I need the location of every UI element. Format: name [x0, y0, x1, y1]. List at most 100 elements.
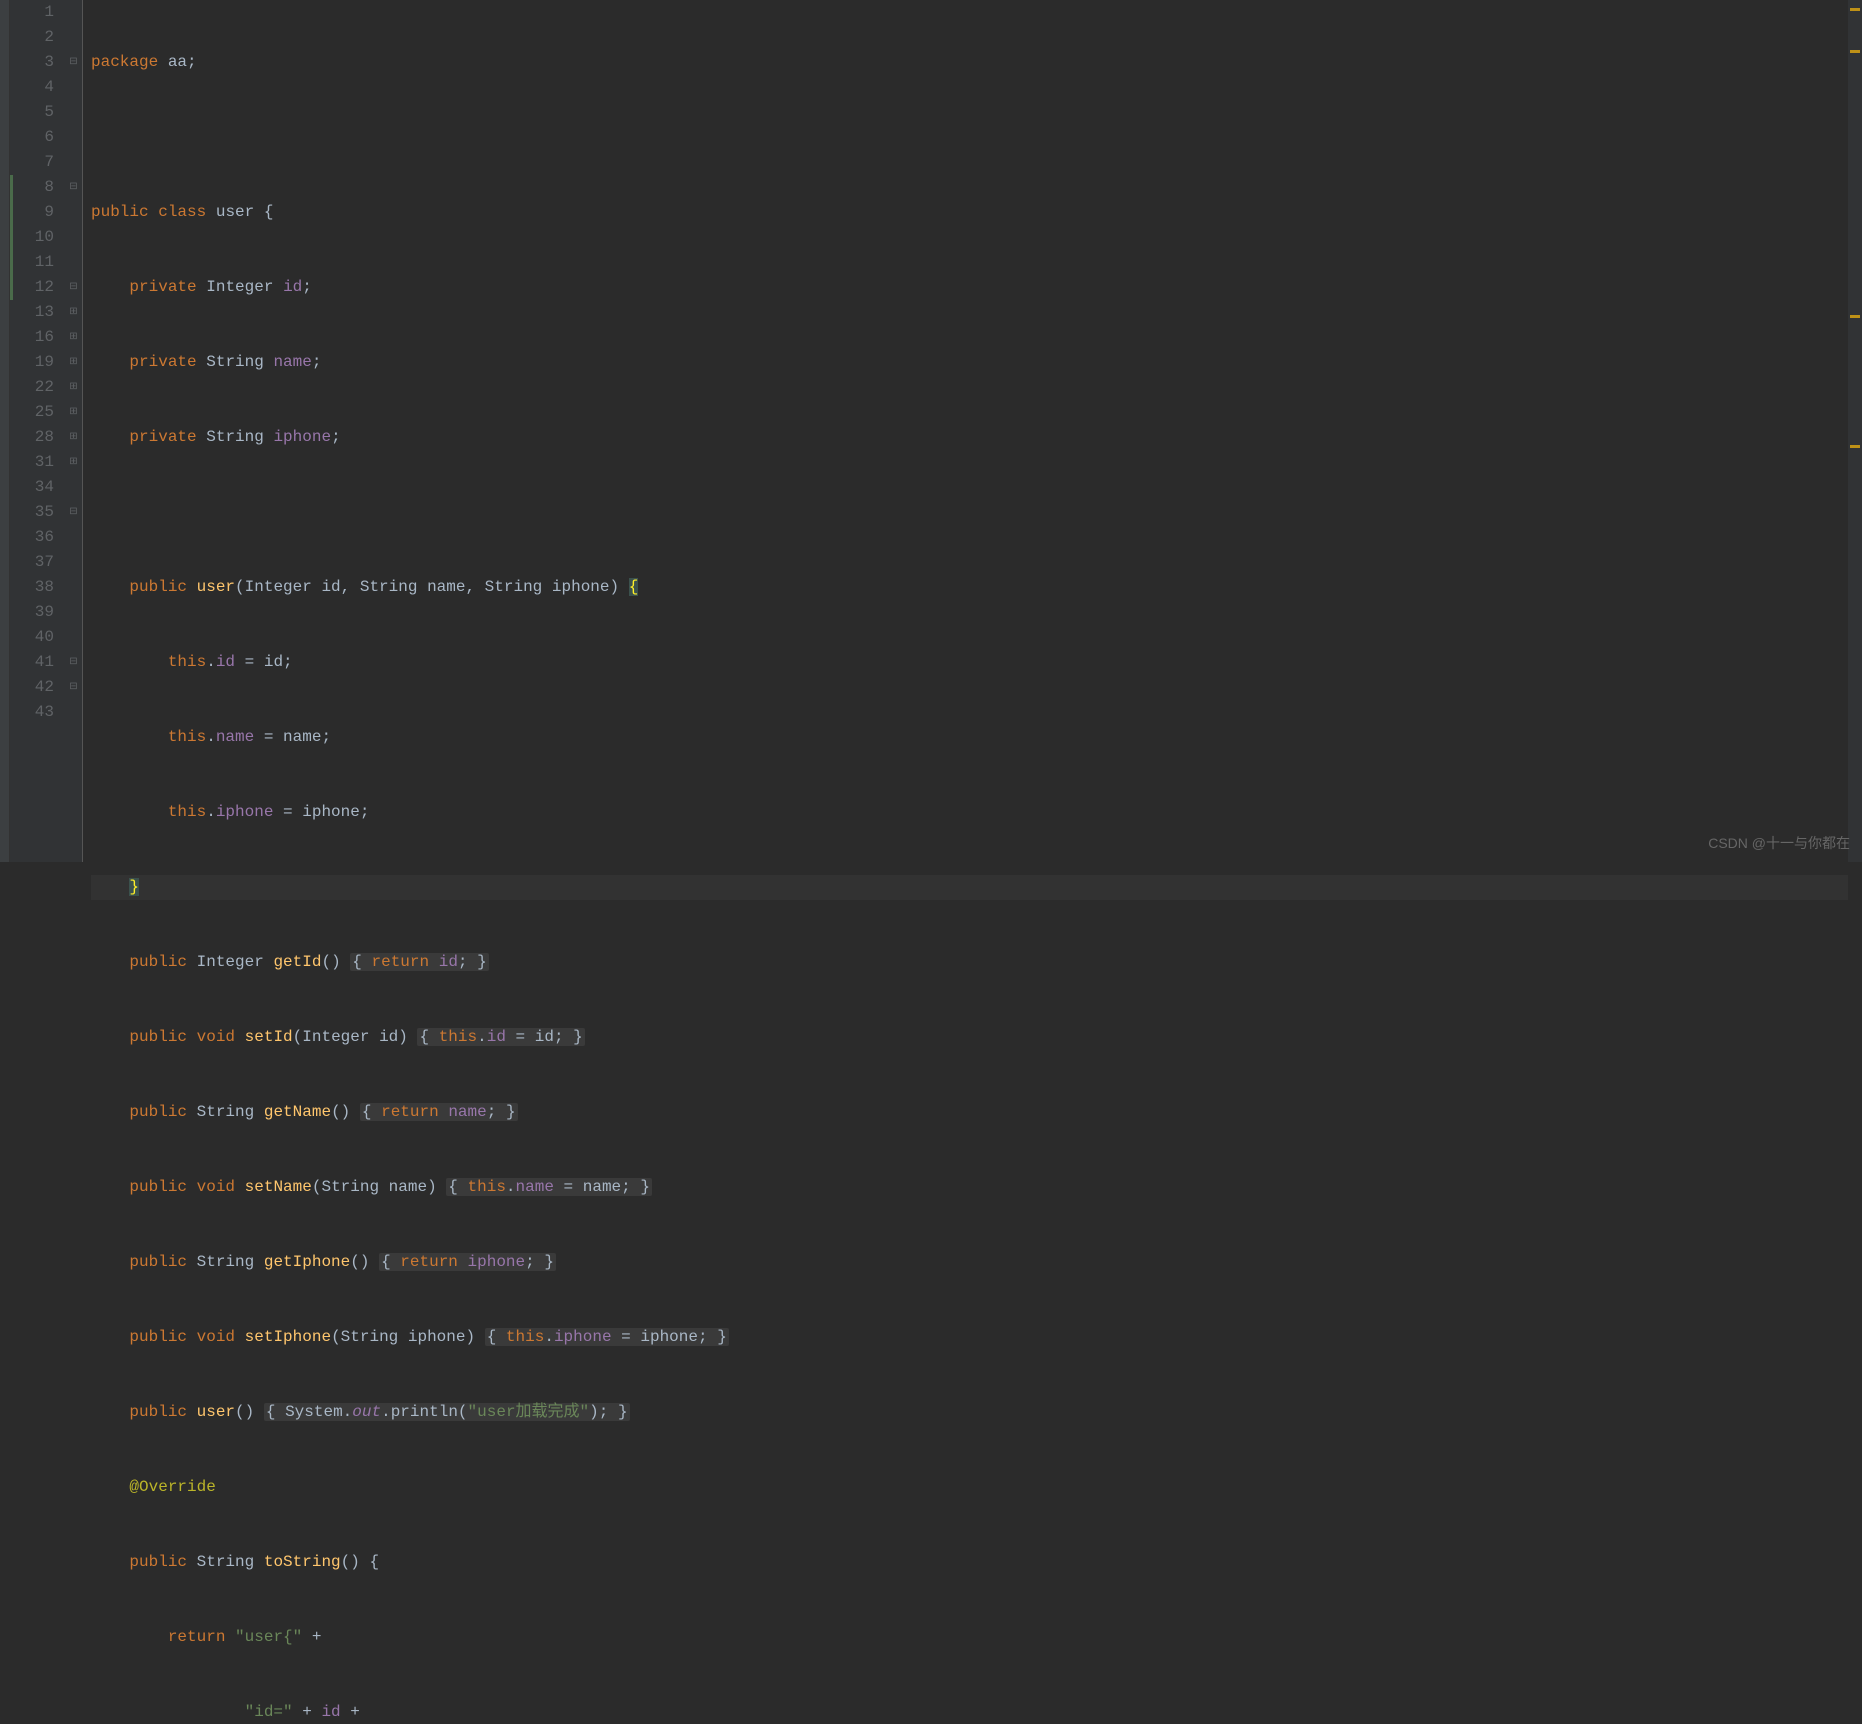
parens: (): [350, 1253, 369, 1271]
method-name: toString: [264, 1553, 341, 1571]
warning-marker[interactable]: [1850, 8, 1860, 11]
line-number[interactable]: 28: [10, 425, 54, 450]
warning-marker[interactable]: [1850, 445, 1860, 448]
code-line[interactable]: "id=" + id +: [91, 1700, 1848, 1724]
line-number[interactable]: 9: [10, 200, 54, 225]
code-line[interactable]: public void setIphone(String iphone) { t…: [91, 1325, 1848, 1350]
fold-collapse-icon[interactable]: ⊟: [68, 682, 79, 693]
folded-block[interactable]: { this.id = id; }: [417, 1028, 584, 1046]
line-number[interactable]: 37: [10, 550, 54, 575]
line-number[interactable]: 3: [10, 50, 54, 75]
parens: (): [331, 1103, 350, 1121]
string-literal: "id=": [245, 1703, 293, 1721]
keyword-public: public: [129, 1553, 187, 1571]
code-line[interactable]: public Integer getId() { return id; }: [91, 950, 1848, 975]
fold-icon[interactable]: ⊞: [68, 407, 79, 418]
line-number[interactable]: 2: [10, 25, 54, 50]
open-brace-highlighted: {: [629, 578, 639, 596]
dot: .: [206, 653, 216, 671]
line-number[interactable]: 7: [10, 150, 54, 175]
code-line[interactable]: public String toString() {: [91, 1550, 1848, 1575]
line-number[interactable]: 19: [10, 350, 54, 375]
fold-icon[interactable]: ⊞: [68, 382, 79, 393]
line-number[interactable]: 1: [10, 0, 54, 25]
line-number[interactable]: 31: [10, 450, 54, 475]
code-line[interactable]: return "user{" +: [91, 1625, 1848, 1650]
line-number[interactable]: 34: [10, 475, 54, 500]
line-number[interactable]: 39: [10, 600, 54, 625]
line-number[interactable]: 41: [10, 650, 54, 675]
code-line[interactable]: @Override: [91, 1475, 1848, 1500]
line-number[interactable]: 11: [10, 250, 54, 275]
error-stripe[interactable]: [1848, 0, 1862, 862]
line-number[interactable]: 22: [10, 375, 54, 400]
warning-marker[interactable]: [1850, 315, 1860, 318]
warning-marker[interactable]: [1850, 50, 1860, 53]
line-number[interactable]: 40: [10, 625, 54, 650]
line-number-gutter[interactable]: 1 2 3 4 5 6 7 8 9 10 11 12 13 16 19 22 2…: [10, 0, 66, 862]
semicolon: ;: [302, 278, 312, 296]
code-line[interactable]: public user() { System.out.println("user…: [91, 1400, 1848, 1425]
plus: +: [302, 1628, 321, 1646]
line-number[interactable]: 4: [10, 75, 54, 100]
line-number[interactable]: 38: [10, 575, 54, 600]
code-line[interactable]: public String getName() { return name; }: [91, 1100, 1848, 1125]
line-number[interactable]: 16: [10, 325, 54, 350]
code-area[interactable]: package aa; public class user { private …: [83, 0, 1848, 862]
line-number[interactable]: 35: [10, 500, 54, 525]
fold-icon[interactable]: ⊞: [68, 432, 79, 443]
code-line-empty[interactable]: [91, 125, 1848, 150]
method-name: setId: [245, 1028, 293, 1046]
fold-column[interactable]: ⊟ ⊟ ⊟ ⊞ ⊞ ⊞ ⊞ ⊞ ⊞ ⊞ ⊟ ⊟ ⊟: [66, 0, 82, 862]
code-line-current[interactable]: }: [91, 875, 1848, 900]
code-line[interactable]: public void setName(String name) { this.…: [91, 1175, 1848, 1200]
code-line[interactable]: private String name;: [91, 350, 1848, 375]
code-line[interactable]: public String getIphone() { return iphon…: [91, 1250, 1848, 1275]
fold-icon[interactable]: ⊞: [68, 357, 79, 368]
line-number[interactable]: 42: [10, 675, 54, 700]
folded-block[interactable]: { return iphone; }: [379, 1253, 556, 1271]
line-number[interactable]: 8: [10, 175, 54, 200]
code-line[interactable]: public user(Integer id, String name, Str…: [91, 575, 1848, 600]
line-number[interactable]: 5: [10, 100, 54, 125]
line-number[interactable]: 6: [10, 125, 54, 150]
folded-block[interactable]: { System.out.println("user加载完成"); }: [264, 1403, 630, 1421]
param-ref: name: [283, 728, 321, 746]
fold-icon[interactable]: ⊞: [68, 307, 79, 318]
code-line[interactable]: this.name = name;: [91, 725, 1848, 750]
folded-block[interactable]: { return name; }: [360, 1103, 518, 1121]
folded-block[interactable]: { this.name = name; }: [446, 1178, 652, 1196]
line-number[interactable]: 43: [10, 700, 54, 725]
code-line[interactable]: private Integer id;: [91, 275, 1848, 300]
fold-icon[interactable]: ⊞: [68, 457, 79, 468]
param-ref: id: [264, 653, 283, 671]
fold-collapse-icon[interactable]: ⊟: [68, 282, 79, 293]
code-line[interactable]: public class user {: [91, 200, 1848, 225]
fold-expand-icon[interactable]: ⊟: [68, 507, 79, 518]
fold-expand-icon[interactable]: ⊟: [68, 57, 79, 68]
return-type-void: void: [197, 1178, 235, 1196]
folded-block[interactable]: { return id; }: [350, 953, 488, 971]
line-number[interactable]: 12: [10, 275, 54, 300]
folded-block[interactable]: { this.iphone = iphone; }: [485, 1328, 729, 1346]
type-name: String: [206, 428, 264, 446]
code-line-empty[interactable]: [91, 500, 1848, 525]
assign: =: [254, 728, 283, 746]
line-number[interactable]: 10: [10, 225, 54, 250]
code-editor[interactable]: 1 2 3 4 5 6 7 8 9 10 11 12 13 16 19 22 2…: [0, 0, 1862, 862]
package-name: aa: [168, 53, 187, 71]
parens: (): [321, 953, 340, 971]
line-number[interactable]: 36: [10, 525, 54, 550]
code-line[interactable]: private String iphone;: [91, 425, 1848, 450]
keyword-private: private: [129, 428, 196, 446]
code-line[interactable]: this.iphone = iphone;: [91, 800, 1848, 825]
code-line[interactable]: public void setId(Integer id) { this.id …: [91, 1025, 1848, 1050]
code-line[interactable]: this.id = id;: [91, 650, 1848, 675]
method-name: getName: [264, 1103, 331, 1121]
fold-collapse-icon[interactable]: ⊟: [68, 657, 79, 668]
fold-expand-icon[interactable]: ⊟: [68, 182, 79, 193]
code-line[interactable]: package aa;: [91, 50, 1848, 75]
line-number[interactable]: 25: [10, 400, 54, 425]
line-number[interactable]: 13: [10, 300, 54, 325]
fold-icon[interactable]: ⊞: [68, 332, 79, 343]
